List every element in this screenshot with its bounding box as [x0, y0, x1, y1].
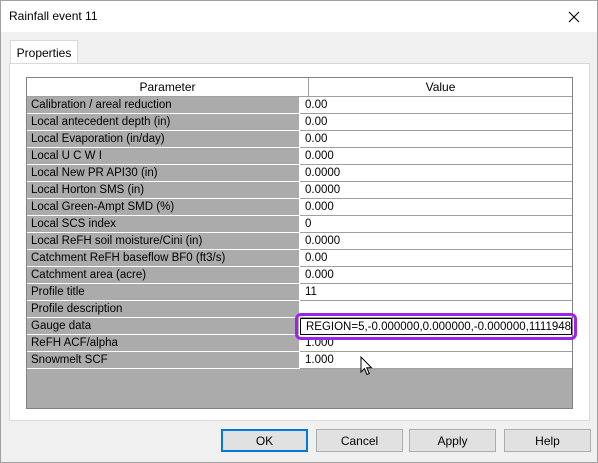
table-row[interactable]: Local antecedent depth (in) 0.00: [27, 114, 572, 131]
value-cell[interactable]: 0.00: [300, 131, 572, 148]
parameter-cell: Local New PR API30 (in): [27, 165, 300, 182]
parameter-cell: Local Evaporation (in/day): [27, 131, 300, 148]
table-row[interactable]: Local Green-Ampt SMD (%) 0.000: [27, 199, 572, 216]
table-row[interactable]: Profile title 11: [27, 284, 572, 301]
table-row[interactable]: Catchment area (acre) 0.000: [27, 267, 572, 284]
table-row[interactable]: Local ReFH soil moisture/Cini (in) 0.000…: [27, 233, 572, 250]
parameter-cell: Local ReFH soil moisture/Cini (in): [27, 233, 300, 250]
value-cell[interactable]: 1.000: [300, 352, 572, 369]
value-cell[interactable]: 0.0000: [300, 233, 572, 250]
button-bar: OK Cancel Apply Help: [1, 429, 597, 453]
parameter-cell: Local antecedent depth (in): [27, 114, 300, 131]
cancel-button[interactable]: Cancel: [316, 429, 403, 452]
value-cell[interactable]: 0.0000: [300, 165, 572, 182]
parameter-cell: Catchment ReFH baseflow BF0 (ft3/s): [27, 250, 300, 267]
grid-rows: Calibration / areal reduction 0.00 Local…: [27, 97, 577, 369]
title-bar: Rainfall event 11: [1, 1, 597, 32]
parameter-cell: Snowmelt SCF: [27, 352, 300, 369]
parameter-cell: Local Green-Ampt SMD (%): [27, 199, 300, 216]
tab-properties[interactable]: Properties: [10, 40, 78, 64]
table-row[interactable]: Snowmelt SCF 1.000: [27, 352, 572, 369]
parameter-cell: Calibration / areal reduction: [27, 97, 300, 114]
table-row[interactable]: Local SCS index 0: [27, 216, 572, 233]
value-cell[interactable]: 0.000: [300, 148, 572, 165]
value-cell[interactable]: 11: [300, 284, 572, 301]
value-cell[interactable]: 0.000: [300, 199, 572, 216]
parameter-cell: Catchment area (acre): [27, 267, 300, 284]
ok-button[interactable]: OK: [221, 429, 308, 452]
properties-panel: Parameter Value Calibration / areal redu…: [9, 63, 590, 421]
value-cell[interactable]: 0.00: [300, 250, 572, 267]
parameter-cell: Gauge data: [27, 318, 300, 335]
value-cell[interactable]: [300, 301, 572, 318]
value-cell[interactable]: 0.00: [300, 114, 572, 131]
value-cell[interactable]: 0: [300, 216, 572, 233]
value-cell[interactable]: 0.00: [300, 97, 572, 114]
parameter-cell: ReFH ACF/alpha: [27, 335, 300, 352]
window-title: Rainfall event 11: [9, 9, 98, 23]
column-header-parameter[interactable]: Parameter: [27, 78, 309, 97]
value-cell[interactable]: 1.000: [300, 335, 572, 352]
parameter-grid: Parameter Value Calibration / areal redu…: [26, 77, 577, 409]
column-header-value[interactable]: Value: [309, 78, 572, 97]
table-row[interactable]: Local Evaporation (in/day) 0.00: [27, 131, 572, 148]
table-row[interactable]: ReFH ACF/alpha 1.000: [27, 335, 572, 352]
parameter-cell: Profile description: [27, 301, 300, 318]
table-row[interactable]: Local New PR API30 (in) 0.0000: [27, 165, 572, 182]
table-row[interactable]: Local U C W I 0.000: [27, 148, 572, 165]
close-button[interactable]: [551, 1, 597, 32]
parameter-cell: Profile title: [27, 284, 300, 301]
tab-strip: Properties: [9, 40, 589, 64]
table-row[interactable]: Local Horton SMS (in) 0.0000: [27, 182, 572, 199]
table-row-gauge-data[interactable]: Gauge data REGION=5,-0.000000,0.000000,-…: [27, 313, 577, 340]
parameter-cell: Local Horton SMS (in): [27, 182, 300, 199]
value-cell[interactable]: 0.000: [300, 267, 572, 284]
parameter-cell: Local U C W I: [27, 148, 300, 165]
apply-button[interactable]: Apply: [409, 429, 496, 452]
value-cell[interactable]: 0.0000: [300, 182, 572, 199]
parameter-cell: Local SCS index: [27, 216, 300, 233]
close-icon: [568, 11, 580, 22]
help-button[interactable]: Help: [504, 429, 591, 452]
gauge-data-edit-field[interactable]: REGION=5,-0.000000,0.000000,-0.000000,11…: [295, 313, 577, 340]
grid-header: Parameter Value: [27, 78, 572, 97]
table-row[interactable]: Catchment ReFH baseflow BF0 (ft3/s) 0.00: [27, 250, 572, 267]
table-row[interactable]: Calibration / areal reduction 0.00: [27, 97, 572, 114]
mouse-cursor-icon: [360, 356, 373, 376]
dialog-window: Rainfall event 11 Properties Parameter V…: [0, 0, 598, 463]
table-row[interactable]: Profile description: [27, 301, 572, 318]
